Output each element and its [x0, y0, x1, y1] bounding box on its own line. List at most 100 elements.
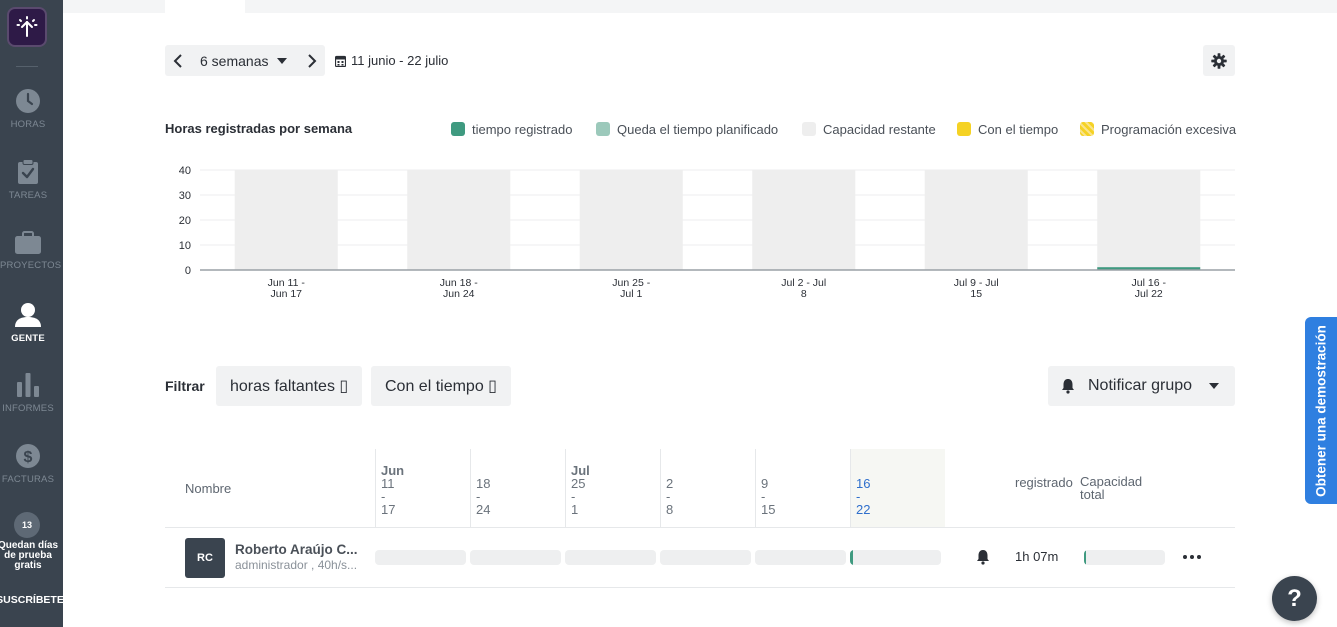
date-range[interactable]: 11 junio - 22 julio [335, 53, 448, 68]
y-tick-label: 20 [179, 215, 191, 227]
legend-label: tiempo registrado [472, 121, 573, 137]
notify-group-button[interactable]: Notificar grupo [1048, 366, 1235, 406]
week-end: 1 [571, 502, 579, 517]
name-column-header[interactable]: Nombre [185, 481, 231, 496]
caret-down-icon [277, 58, 287, 64]
chevron-right-icon [308, 53, 317, 68]
sidebar-item-horas[interactable]: HORAS [0, 88, 56, 130]
legend-label: Capacidad restante [823, 121, 936, 137]
subscribe-link[interactable]: SUSCRÍBETE [0, 594, 64, 606]
trial-days-badge: 13 [14, 512, 40, 538]
clock-icon [16, 89, 40, 113]
get-demo-tab[interactable]: Obtener una demostración [1305, 317, 1337, 504]
hours-chart: 010203040Jun 11 -Jun 17Jun 18 -Jun 24Jun… [179, 165, 1235, 300]
avatar: RC [185, 538, 225, 578]
y-tick-label: 30 [179, 190, 191, 202]
capacity-header-label: Capacidad total [1080, 474, 1143, 502]
week-dash: - [666, 489, 671, 504]
bar-capacity [752, 170, 856, 270]
legend-item: Queda el tiempo planificado [596, 121, 778, 137]
period-selector: 6 semanas [165, 45, 325, 76]
capacity-progress-bar [1084, 550, 1165, 565]
week-start: 2 [666, 476, 674, 491]
week-end: 8 [666, 502, 674, 517]
week-progress-bar [565, 550, 656, 565]
week-column-header: Jul 25-1 [565, 449, 660, 527]
y-tick-label: 0 [185, 265, 191, 277]
capacity-progress-fill [1084, 550, 1087, 565]
filter-missing-hours-button[interactable]: horas faltantes ▯ [216, 366, 363, 406]
next-period-button[interactable] [299, 45, 325, 76]
sidebar-item-label: GENTE [11, 333, 45, 344]
notify-person-button[interactable] [975, 549, 991, 570]
filter-overtime-button[interactable]: Con el tiempo ▯ [371, 366, 511, 406]
logo-icon [16, 16, 38, 37]
week-column-header: 16-22 [850, 449, 945, 527]
sidebar-item-label: TAREAS [8, 190, 48, 201]
caret-down-icon [1209, 383, 1219, 389]
tab-active[interactable] [165, 0, 245, 13]
week-column-header: 18-24 [470, 449, 565, 527]
person-name[interactable]: Roberto Araújo C... [235, 542, 358, 557]
legend-label: Programación excesiva [1101, 121, 1237, 137]
x-tick-label: Jul 22 [1135, 288, 1163, 300]
week-start: 18 [476, 476, 491, 491]
y-tick-label: 40 [179, 165, 191, 177]
week-end: 24 [476, 502, 491, 517]
y-tick-label: 10 [179, 240, 191, 252]
person-role: administrador , 40h/s... [235, 558, 358, 572]
legend-item: Con el tiempo [957, 121, 1058, 137]
sidebar-item-facturas[interactable]: $ FACTURAS [0, 443, 56, 485]
legend-item: tiempo registrado [451, 121, 572, 137]
calendar-icon [335, 55, 346, 67]
legend-swatch [1080, 122, 1094, 136]
bar-capacity [1097, 170, 1201, 270]
week-progress-bar [850, 550, 941, 565]
registered-hours: 1h 07m [1015, 549, 1059, 564]
chevron-left-icon [173, 53, 182, 68]
legend-label: Con el tiempo [978, 121, 1059, 137]
legend-label: Queda el tiempo planificado [617, 121, 779, 137]
clipboard-check-icon [18, 159, 38, 184]
week-dash: - [571, 489, 576, 504]
sidebar-item-proyectos[interactable]: PROYECTOS [0, 231, 61, 271]
x-tick-label: 15 [970, 288, 982, 300]
row-divider [165, 587, 1235, 588]
bell-icon [977, 550, 989, 565]
week-progress-bar [375, 550, 466, 565]
sidebar-item-tareas[interactable]: TAREAS [0, 159, 56, 201]
bar-capacity [407, 170, 511, 270]
week-column-header: Jun 11-17 [375, 449, 470, 527]
x-tick-label: Jul 1 [620, 288, 642, 300]
registered-column-header: registrado [1015, 475, 1073, 490]
gear-icon [1211, 52, 1227, 69]
prev-period-button[interactable] [165, 45, 191, 76]
bar-capacity [234, 170, 338, 270]
sidebar-item-label: INFORMES [2, 403, 54, 414]
week-column-header: 2-8 [660, 449, 755, 527]
bar-capacity [579, 170, 683, 270]
bell-icon [1062, 379, 1074, 394]
help-button[interactable]: ? [1272, 576, 1317, 621]
week-start: 25 [571, 476, 586, 491]
legend-item: Programación excesiva [1080, 121, 1236, 137]
period-dropdown[interactable]: 6 semanas [200, 53, 268, 69]
app-logo[interactable] [9, 9, 45, 45]
settings-button[interactable] [1203, 45, 1235, 76]
briefcase-icon [15, 231, 41, 254]
week-start: 16 [856, 476, 871, 491]
sidebar-item-gente[interactable]: GENTE [0, 302, 56, 344]
date-range-label: 11 junio - 22 julio [351, 53, 449, 68]
chart-title: Horas registradas por semana [165, 121, 353, 136]
sidebar-item-informes[interactable]: INFORMES [0, 372, 56, 414]
week-progress-bar [470, 550, 561, 565]
bar-capacity [924, 170, 1028, 270]
more-options-button[interactable] [1180, 549, 1204, 565]
week-end: 17 [381, 502, 396, 517]
dot [1190, 555, 1194, 559]
dot [1183, 555, 1187, 559]
person-icon [15, 303, 41, 327]
bar-chart-icon [17, 373, 39, 397]
filter-label: Filtrar [165, 378, 205, 394]
legend-swatch [596, 122, 610, 136]
